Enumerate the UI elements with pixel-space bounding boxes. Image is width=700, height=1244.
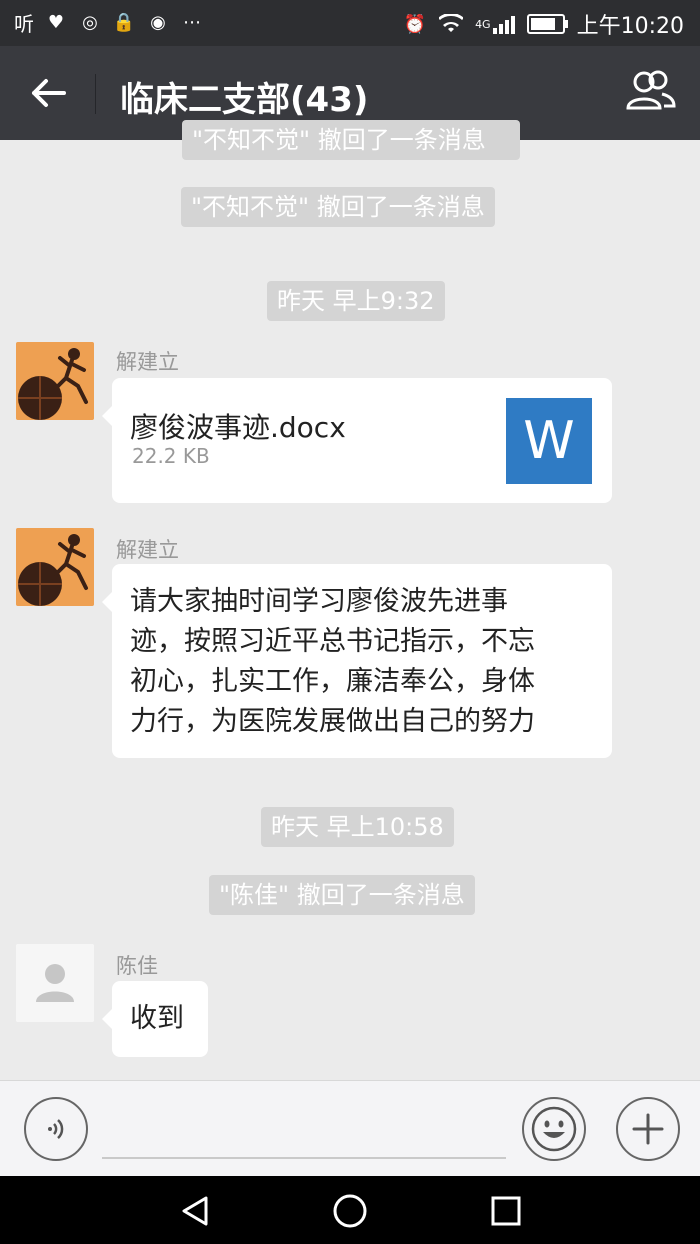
app-icon: ◎ xyxy=(82,12,98,33)
emoji-icon xyxy=(531,1106,577,1152)
browser-icon: ◉ xyxy=(150,12,166,33)
message-input[interactable] xyxy=(102,1157,506,1159)
file-name: 廖俊波事迹.docx xyxy=(130,411,346,444)
add-button[interactable] xyxy=(616,1097,680,1161)
recall-notice-1: "不知不觉" 撤回了一条消息 xyxy=(181,187,495,227)
text-message-bubble[interactable]: 请大家抽时间学习廖俊波先进事 迹，按照习近平总书记指示，不忘 初心，扎实工作，廉… xyxy=(102,564,612,758)
message-line: 力行，为医院发展做出自己的努力 xyxy=(130,706,535,737)
signal-icon xyxy=(492,14,515,34)
default-user-icon xyxy=(16,944,94,1022)
back-triangle-icon[interactable] xyxy=(178,1194,212,1228)
contacts-icon xyxy=(626,70,676,110)
recall-notice-partial-text: "不知不觉" 撤回了一条消息 xyxy=(192,126,486,154)
avatar-sender-1[interactable] xyxy=(16,342,94,420)
avatar-sender-2[interactable] xyxy=(16,528,94,606)
emoji-button[interactable] xyxy=(522,1097,586,1161)
heart-icon: ♥ xyxy=(47,12,65,33)
file-message-bubble[interactable]: 廖俊波事迹.docx 22.2 KB W xyxy=(102,378,612,503)
input-bar xyxy=(0,1080,700,1177)
file-size: 22.2 KB xyxy=(132,444,210,468)
sender-name-3: 陈佳 xyxy=(116,954,158,978)
home-circle-icon[interactable] xyxy=(332,1193,368,1229)
group-members-button[interactable] xyxy=(622,68,682,118)
message-line: 请大家抽时间学习廖俊波先进事 xyxy=(130,586,508,617)
back-button[interactable] xyxy=(20,68,76,118)
status-bar: 听 ♥ ◎ 🔒 ◉ ⋯ ⏰ 4G 上午10:20 xyxy=(0,0,700,46)
recents-square-icon[interactable] xyxy=(490,1195,522,1227)
plus-icon xyxy=(632,1113,664,1145)
wifi-icon xyxy=(439,12,464,36)
alarm-icon: ⏰ xyxy=(403,13,427,35)
voice-button[interactable] xyxy=(24,1097,88,1161)
basketball-avatar-icon xyxy=(16,528,94,606)
message-line: 初心，扎实工作，廉洁奉公，身体 xyxy=(130,666,535,697)
timestamp-2: 昨天 早上10:58 xyxy=(261,807,454,847)
lock-icon: 🔒 xyxy=(112,12,136,33)
word-document-icon: W xyxy=(506,398,592,484)
basketball-avatar-icon xyxy=(16,342,94,420)
network-label: 4G xyxy=(475,17,491,31)
title-divider xyxy=(95,74,96,114)
clock: 上午10:20 xyxy=(576,14,684,39)
chat-title: 临床二支部(43) xyxy=(120,80,369,120)
system-navigation-bar xyxy=(0,1176,700,1244)
timestamp-1: 昨天 早上9:32 xyxy=(267,281,445,321)
sender-name-1: 解建立 xyxy=(116,350,179,374)
recall-notice-partial: "不知不觉" 撤回了一条消息 xyxy=(182,120,520,160)
recall-notice-2: "陈佳" 撤回了一条消息 xyxy=(209,875,475,915)
status-right-icons: ⏰ 4G 上午10:20 xyxy=(403,8,684,40)
status-left-icons: 听 ♥ ◎ 🔒 ◉ ⋯ xyxy=(14,8,204,37)
reply-message-bubble[interactable]: 收到 xyxy=(102,981,208,1057)
ting-label: 听 xyxy=(14,12,34,36)
sender-name-2: 解建立 xyxy=(116,538,179,562)
message-line: 迹，按照习近平总书记指示，不忘 xyxy=(130,626,535,657)
more-icon: ⋯ xyxy=(183,12,201,33)
battery-icon xyxy=(526,14,568,34)
arrow-left-icon xyxy=(32,79,66,107)
reply-text: 收到 xyxy=(130,1003,184,1034)
voice-icon xyxy=(48,1119,64,1139)
message-text: 请大家抽时间学习廖俊波先进事 迹，按照习近平总书记指示，不忘 初心，扎实工作，廉… xyxy=(130,582,535,742)
avatar-sender-3[interactable] xyxy=(16,944,94,1022)
